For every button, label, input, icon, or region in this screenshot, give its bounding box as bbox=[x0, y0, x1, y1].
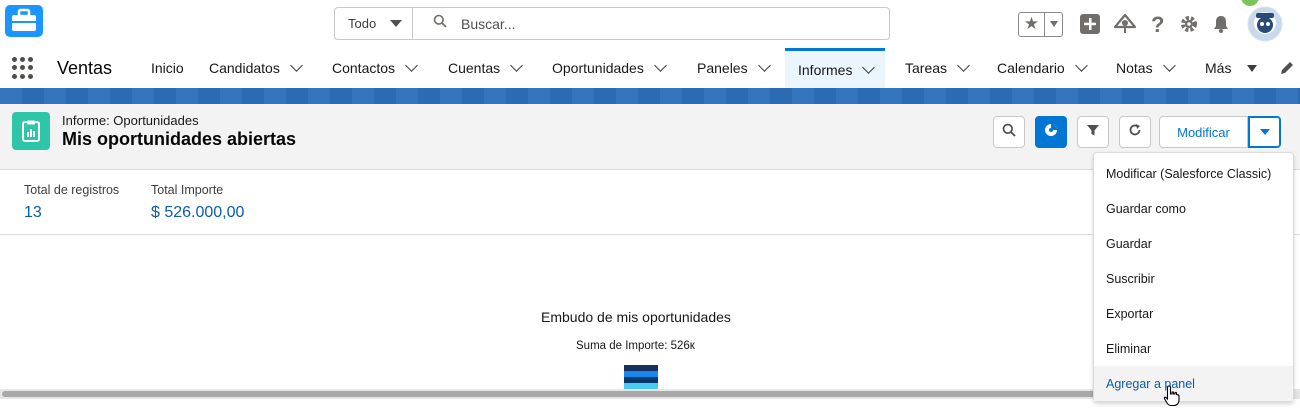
total-amount-stat: Total Importe $ 526.000,00 bbox=[151, 183, 244, 222]
edit-nav-pencil-icon[interactable] bbox=[1279, 60, 1295, 81]
menu-item-save-as[interactable]: Guardar como bbox=[1094, 191, 1293, 226]
nav-item-informes[interactable]: Informes bbox=[785, 48, 886, 88]
search-input[interactable] bbox=[461, 15, 841, 32]
nav-item-contactos[interactable]: Contactos bbox=[332, 48, 418, 88]
record-count-stat: Total de registros 13 bbox=[24, 183, 119, 222]
search-scope-label: Todo bbox=[348, 16, 377, 31]
header-background-band bbox=[0, 88, 1300, 104]
chevron-down-icon bbox=[1259, 129, 1270, 135]
nav-item-label: Paneles bbox=[697, 60, 748, 76]
chevron-down-icon[interactable] bbox=[957, 59, 970, 72]
nav-item-label: Inicio bbox=[151, 60, 184, 76]
nav-item-mas[interactable]: Más bbox=[1205, 48, 1258, 88]
funnel-chart bbox=[624, 365, 658, 389]
modify-button-group: Modificar bbox=[1159, 116, 1281, 148]
nav-item-label: Notas bbox=[1116, 60, 1153, 76]
menu-item-modify-classic[interactable]: Modificar (Salesforce Classic) bbox=[1094, 156, 1293, 191]
gear-icon[interactable] bbox=[1179, 14, 1199, 34]
chevron-down-icon[interactable] bbox=[862, 60, 876, 74]
stat-value: 13 bbox=[24, 204, 42, 221]
app-name: Ventas bbox=[57, 58, 113, 78]
stat-label: Total de registros bbox=[24, 183, 120, 197]
user-avatar[interactable] bbox=[1247, 6, 1283, 42]
app-launcher-icon[interactable] bbox=[12, 57, 34, 79]
report-icon bbox=[12, 112, 50, 150]
favorites-group: ★ bbox=[1018, 11, 1063, 37]
scrollbar-thumb[interactable] bbox=[2, 391, 1112, 397]
nav-item-paneles[interactable]: Paneles bbox=[697, 48, 771, 88]
nav-item-label: Oportunidades bbox=[552, 60, 644, 76]
nav-item-notas[interactable]: Notas bbox=[1116, 48, 1176, 88]
search-scope-select[interactable]: Todo bbox=[335, 8, 413, 39]
chart-title: Embudo de mis oportunidades bbox=[541, 309, 731, 325]
nav-item-label: Calendario bbox=[997, 60, 1065, 76]
nav-item-label: Más bbox=[1205, 60, 1232, 76]
chevron-down-icon[interactable] bbox=[510, 59, 524, 72]
chevron-down-icon bbox=[1247, 64, 1258, 72]
trailhead-icon[interactable] bbox=[1113, 13, 1137, 35]
modify-button[interactable]: Modificar bbox=[1159, 116, 1248, 148]
filter-icon bbox=[1086, 123, 1100, 142]
nav-item-label: Cuentas bbox=[448, 60, 501, 76]
nav-item-candidatos[interactable]: Candidatos bbox=[209, 48, 303, 88]
briefcase-logo-icon[interactable] bbox=[3, 3, 45, 39]
pie-chart-icon bbox=[1044, 123, 1058, 142]
report-type-breadcrumb: Informe: Oportunidades bbox=[62, 113, 199, 128]
chevron-down-icon bbox=[1049, 21, 1058, 27]
nav-item-label: Tareas bbox=[905, 60, 948, 76]
global-header: Todo ★ ? bbox=[0, 0, 1300, 48]
chart-toggle-button[interactable] bbox=[1035, 116, 1067, 148]
global-search: Todo bbox=[334, 7, 890, 40]
help-icon[interactable]: ? bbox=[1149, 13, 1167, 35]
hand-cursor-icon bbox=[1163, 385, 1181, 411]
app-nav-bar: Ventas Inicio Candidatos Contactos Cuent… bbox=[0, 48, 1300, 88]
svg-text:?: ? bbox=[1151, 13, 1164, 35]
filter-button[interactable] bbox=[1077, 116, 1109, 148]
menu-item-delete[interactable]: Eliminar bbox=[1094, 331, 1293, 366]
plus-icon[interactable] bbox=[1079, 13, 1101, 35]
menu-item-export[interactable]: Exportar bbox=[1094, 296, 1293, 331]
header-utilities: ★ ? bbox=[1018, 6, 1295, 42]
nav-item-label: Candidatos bbox=[209, 60, 280, 76]
nav-item-calendario[interactable]: Calendario bbox=[997, 48, 1088, 88]
page-title: Mis oportunidades abiertas bbox=[62, 129, 297, 149]
chevron-down-icon[interactable] bbox=[757, 59, 771, 72]
chevron-down-icon[interactable] bbox=[1074, 59, 1088, 72]
bell-icon[interactable] bbox=[1211, 14, 1231, 34]
search-icon bbox=[1002, 123, 1016, 142]
star-icon[interactable]: ★ bbox=[1019, 12, 1045, 36]
nav-item-oportunidades[interactable]: Oportunidades bbox=[552, 48, 667, 88]
chevron-down-icon[interactable] bbox=[405, 59, 418, 72]
refresh-icon bbox=[1128, 123, 1142, 142]
chevron-down-icon[interactable] bbox=[289, 59, 303, 72]
stat-label: Total Importe bbox=[151, 183, 224, 197]
search-box bbox=[413, 8, 889, 39]
search-report-button[interactable] bbox=[993, 116, 1025, 148]
refresh-button[interactable] bbox=[1119, 116, 1151, 148]
search-icon bbox=[433, 14, 447, 33]
nav-item-cuentas[interactable]: Cuentas bbox=[448, 48, 524, 88]
nav-item-tareas[interactable]: Tareas bbox=[905, 48, 970, 88]
chevron-down-icon bbox=[390, 20, 403, 27]
menu-item-subscribe[interactable]: Suscribir bbox=[1094, 261, 1293, 296]
nav-item-label: Contactos bbox=[332, 60, 396, 76]
favorites-dropdown[interactable] bbox=[1045, 13, 1062, 36]
chevron-down-icon[interactable] bbox=[1162, 59, 1176, 72]
nav-item-inicio[interactable]: Inicio bbox=[151, 48, 184, 88]
menu-item-add-to-dashboard[interactable]: Agregar a panel bbox=[1094, 366, 1293, 401]
chevron-down-icon[interactable] bbox=[653, 59, 667, 72]
more-actions-dropdown[interactable] bbox=[1248, 116, 1281, 148]
more-actions-menu: Modificar (Salesforce Classic) Guardar c… bbox=[1093, 152, 1294, 402]
nav-item-label: Informes bbox=[798, 61, 853, 78]
chart-subtitle: Suma de Importe: 526к bbox=[576, 340, 695, 352]
stat-value: $ 526.000,00 bbox=[151, 204, 245, 221]
menu-item-save[interactable]: Guardar bbox=[1094, 226, 1293, 261]
